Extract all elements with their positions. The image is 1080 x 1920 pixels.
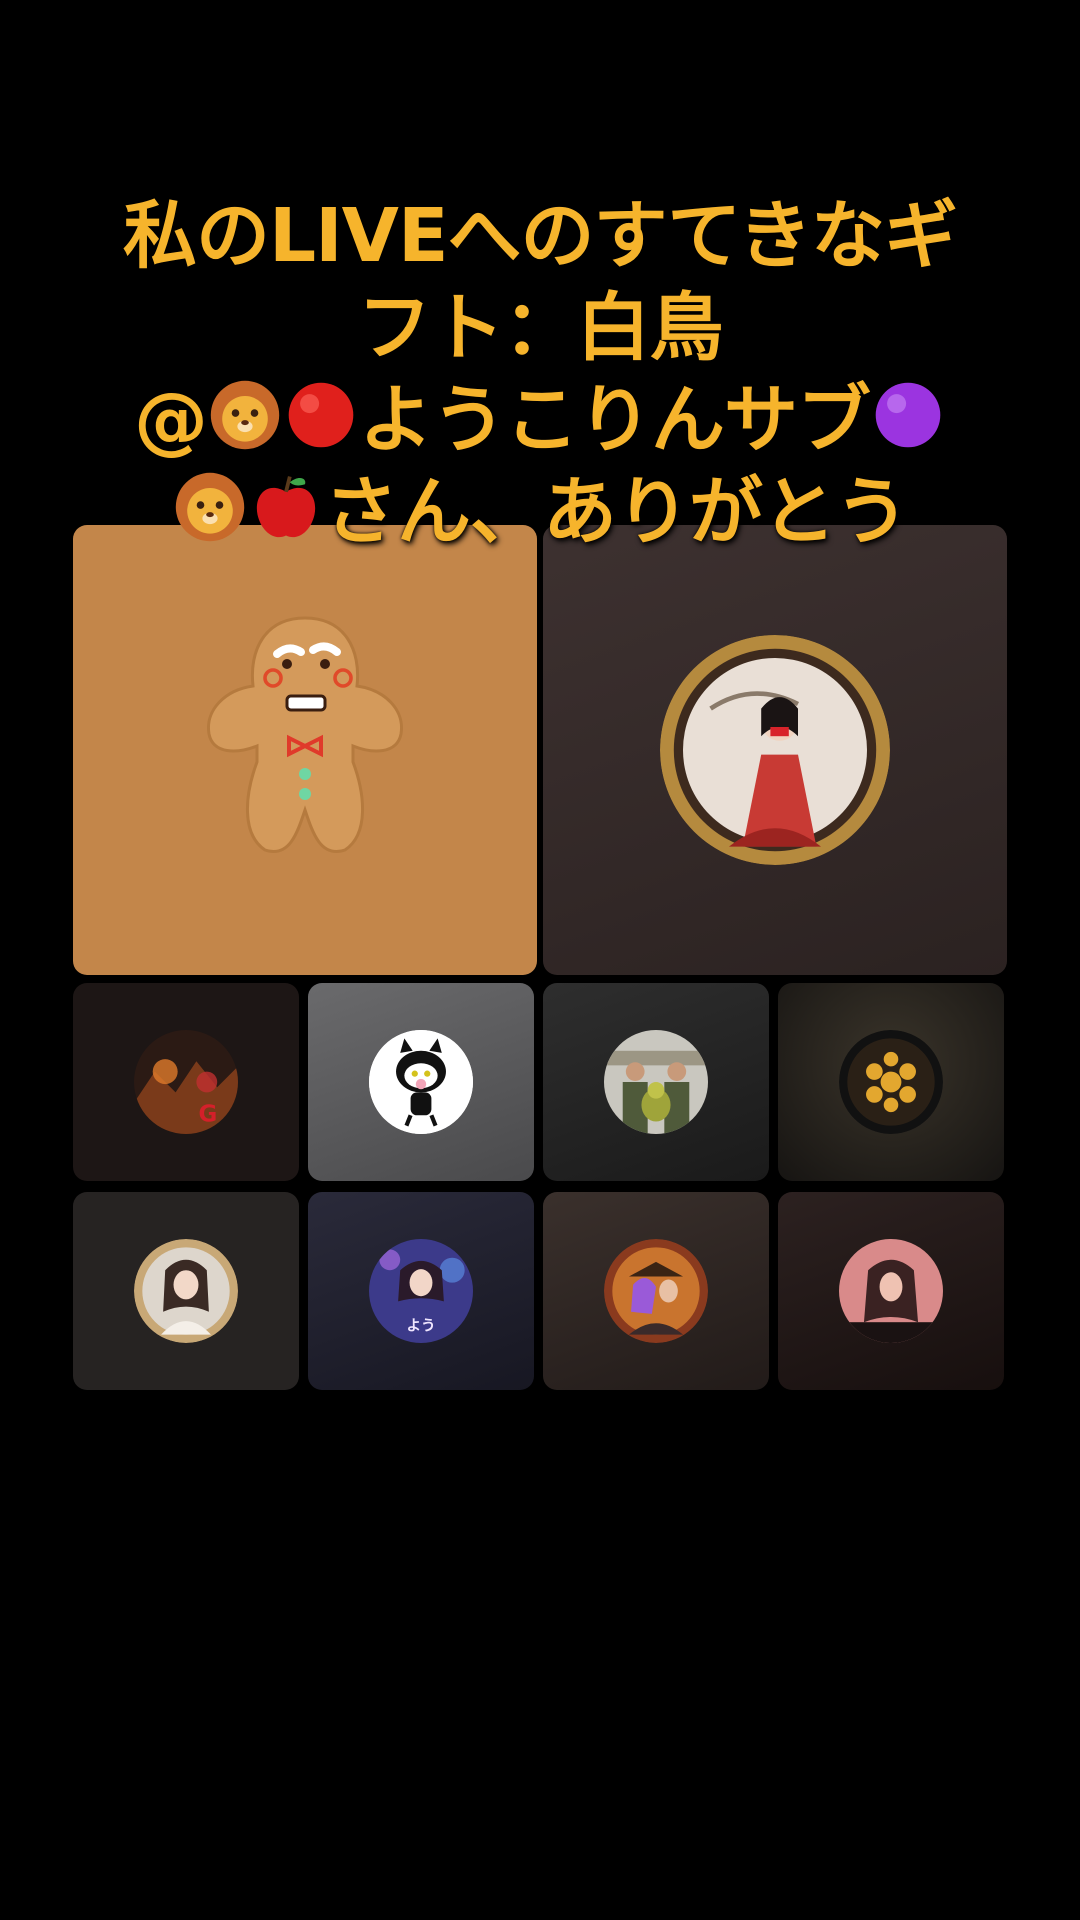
red-circle-icon — [283, 377, 359, 453]
username-text: ようこりんサブ — [359, 377, 871, 463]
cartoon-cat-avatar — [369, 1030, 473, 1134]
purple-girl-avatar: よう — [369, 1239, 473, 1343]
caption-line-4: さん、ありがとう — [60, 466, 1020, 558]
guest-tile-kimono-woman[interactable] — [543, 525, 1007, 975]
guest-tile-couple-portrait[interactable] — [543, 1192, 769, 1390]
guest-tile-gold-emblem[interactable] — [778, 983, 1004, 1181]
at-sign: @ — [134, 377, 208, 463]
guest-tile-gingerbread[interactable] — [73, 525, 537, 975]
kimono-woman-avatar — [660, 635, 890, 865]
gold-emblem-avatar — [839, 1030, 943, 1134]
caption-line-3: @ ようこりんサブ — [60, 374, 1020, 466]
guest-tile-group-photo[interactable] — [543, 983, 769, 1181]
group-photo-avatar — [604, 1030, 708, 1134]
guest-tile-pink-woman[interactable] — [778, 1192, 1004, 1390]
thanks-text: さん、ありがとう — [324, 469, 909, 555]
lion-face-icon — [207, 377, 283, 453]
guest-tile-warrior-collage[interactable]: G — [73, 983, 299, 1181]
red-apple-icon — [248, 469, 324, 545]
gift-thanks-caption: 私のLIVEへのすてきなギ フト：白鳥 @ ようこりんサブ さん、ありがとう — [60, 190, 1020, 558]
guest-tile-cartoon-cat[interactable] — [308, 983, 534, 1181]
caption-line-1: 私のLIVEへのすてきなギ — [122, 193, 958, 279]
couple-portrait-avatar — [604, 1239, 708, 1343]
lion-face-icon — [172, 469, 248, 545]
gingerbread-avatar — [185, 602, 425, 862]
guest-tile-bride-portrait[interactable] — [73, 1192, 299, 1390]
warrior-collage-avatar: G — [134, 1030, 238, 1134]
svg-text:よう: よう — [406, 1318, 435, 1335]
purple-circle-icon — [870, 377, 946, 453]
caption-line-2: フト：白鳥 — [357, 285, 724, 371]
bride-portrait-avatar — [134, 1239, 238, 1343]
pink-woman-avatar — [839, 1239, 943, 1343]
guest-tile-purple-girl[interactable]: よう — [308, 1192, 534, 1390]
svg-text:G: G — [198, 1102, 217, 1128]
